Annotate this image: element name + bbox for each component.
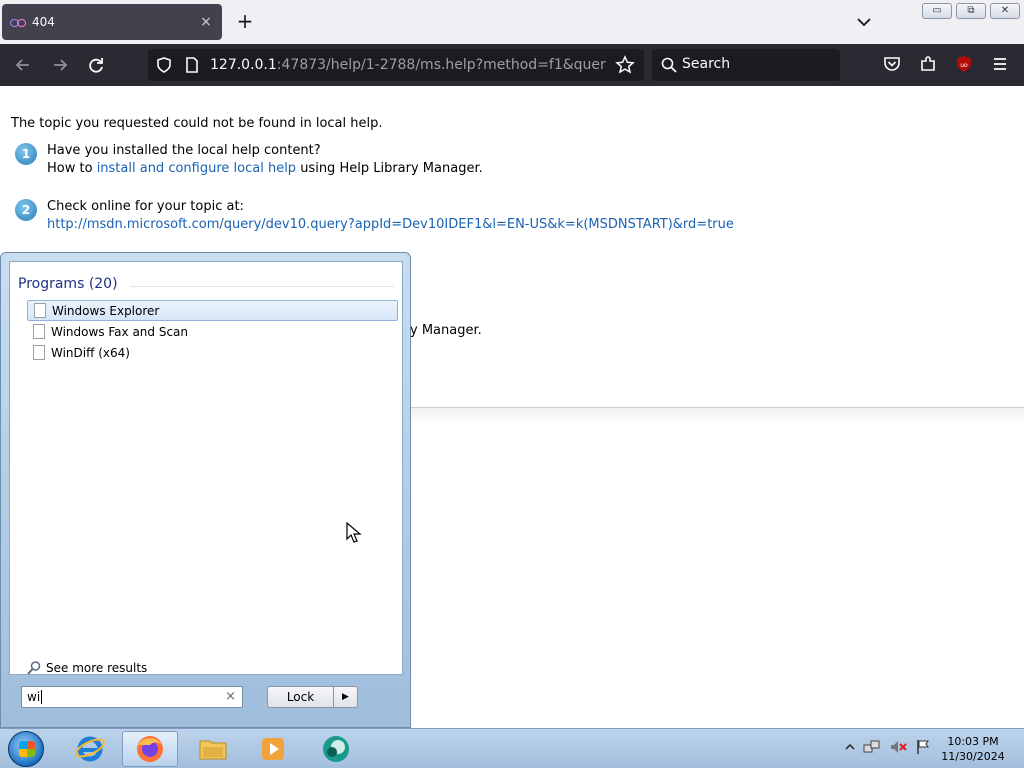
- clock-date: 11/30/2024: [941, 750, 1005, 763]
- pocket-icon: [884, 57, 900, 71]
- list-all-tabs-button[interactable]: [852, 12, 876, 32]
- tab-title: 404: [32, 15, 55, 29]
- app-icon: [323, 736, 349, 762]
- url-host: 127.0.0.1: [210, 57, 277, 73]
- shutdown-options-arrow[interactable]: ▶: [333, 686, 358, 708]
- folder-icon: [199, 740, 227, 760]
- tab-404[interactable]: 404 ×: [2, 4, 222, 40]
- see-more-label: See more results: [46, 661, 148, 675]
- search-bar[interactable]: Search: [652, 49, 840, 81]
- step-2-heading: Check online for your topic at:: [47, 199, 244, 214]
- system-clock[interactable]: 10:03 PM 11/30/2024: [930, 734, 1016, 764]
- hamburger-menu-icon: [994, 58, 1006, 70]
- svg-text:uo: uo: [960, 62, 968, 69]
- install-local-help-link[interactable]: install and configure local help: [97, 161, 296, 176]
- clear-search-icon[interactable]: ×: [225, 689, 236, 704]
- url-path: :47873/help/1-2788/ms.help?method=f1&que…: [276, 57, 606, 73]
- result-label: Windows Explorer: [52, 303, 160, 318]
- result-windiff-x64[interactable]: WinDiff (x64): [27, 342, 398, 363]
- result-label: WinDiff (x64): [51, 345, 130, 360]
- action-center-flag-icon[interactable]: [915, 739, 931, 755]
- clock-time: 10:03 PM: [947, 735, 999, 748]
- heading-divider: [130, 286, 394, 287]
- program-icon: [34, 303, 46, 318]
- step-2-badge: 2: [15, 199, 37, 221]
- search-placeholder: Search: [682, 56, 731, 72]
- lock-button[interactable]: Lock: [267, 686, 333, 708]
- reload-icon: [89, 58, 103, 73]
- start-menu: Programs (20) Windows Explorer Windows F…: [0, 252, 411, 728]
- forward-button[interactable]: [49, 54, 71, 76]
- tab-close-icon[interactable]: ×: [198, 14, 214, 30]
- taskbar-firefox[interactable]: [122, 731, 178, 767]
- result-label: Windows Fax and Scan: [51, 324, 189, 339]
- chevron-down-icon: [857, 18, 871, 27]
- back-arrow-icon: [15, 59, 29, 71]
- show-hidden-icons-icon[interactable]: [845, 739, 855, 755]
- extensions-button[interactable]: [917, 54, 939, 76]
- taskbar-media-player[interactable]: [245, 731, 301, 767]
- shield-icon[interactable]: [155, 56, 173, 74]
- taskbar-internet-explorer[interactable]: [62, 731, 118, 767]
- volume-muted-icon[interactable]: [889, 739, 907, 755]
- mouse-cursor-icon: [346, 522, 362, 543]
- program-icon: [33, 324, 45, 339]
- magnifier-icon: [27, 661, 41, 675]
- ublock-button[interactable]: uo: [953, 54, 975, 76]
- pocket-button[interactable]: [881, 54, 903, 76]
- step-1-prefix: How to: [47, 161, 97, 176]
- puzzle-icon: [921, 56, 935, 71]
- back-button[interactable]: [12, 54, 34, 76]
- not-found-message: The topic you requested could not be fou…: [11, 116, 383, 131]
- search-results-panel: Programs (20) Windows Explorer Windows F…: [9, 261, 403, 675]
- bookmark-star-icon[interactable]: [615, 55, 635, 75]
- taskbar: 10:03 PM 11/30/2024: [0, 728, 1024, 768]
- step-1-question: Have you installed the local help conten…: [47, 143, 321, 158]
- taskbar-file-explorer[interactable]: [185, 731, 241, 767]
- favicon-icon: [10, 17, 26, 27]
- divider-shadow: [410, 408, 1024, 426]
- url-text[interactable]: 127.0.0.1:47873/help/1-2788/ms.help?meth…: [210, 57, 606, 73]
- network-icon[interactable]: [863, 739, 881, 755]
- restore-button[interactable]: ⧉: [956, 3, 986, 19]
- menu-button[interactable]: [989, 54, 1011, 76]
- firefox-icon: [137, 736, 163, 762]
- programs-heading[interactable]: Programs (20): [18, 276, 118, 292]
- result-windows-explorer[interactable]: Windows Explorer: [27, 300, 398, 321]
- search-icon: [661, 57, 677, 73]
- navigation-toolbar: 127.0.0.1:47873/help/1-2788/ms.help?meth…: [0, 44, 1024, 86]
- new-tab-button[interactable]: +: [233, 10, 257, 34]
- internet-explorer-icon: [75, 736, 105, 762]
- program-icon: [33, 345, 45, 360]
- media-player-icon: [262, 738, 284, 760]
- page-icon[interactable]: [184, 56, 200, 74]
- step-1-badge: 1: [15, 143, 37, 165]
- window-controls: ▭ ⧉ ✕: [922, 3, 1020, 19]
- start-search-input[interactable]: wi ×: [21, 686, 243, 708]
- ublock-origin-icon: uo: [957, 56, 971, 72]
- forward-arrow-icon: [54, 59, 68, 71]
- step-1-suffix: using Help Library Manager.: [296, 161, 483, 176]
- partial-page-text: y Manager.: [410, 323, 482, 338]
- taskbar-app[interactable]: [308, 731, 364, 767]
- start-button[interactable]: [8, 731, 44, 767]
- reload-button[interactable]: [85, 54, 107, 76]
- search-value: wi: [27, 690, 41, 704]
- close-window-button[interactable]: ✕: [990, 3, 1020, 19]
- address-bar[interactable]: 127.0.0.1:47873/help/1-2788/ms.help?meth…: [148, 49, 644, 81]
- result-windows-fax-and-scan[interactable]: Windows Fax and Scan: [27, 321, 398, 342]
- step-1-instructions: How to install and configure local help …: [47, 161, 483, 176]
- notification-area: [845, 739, 931, 755]
- msdn-online-link[interactable]: http://msdn.microsoft.com/query/dev10.qu…: [47, 217, 734, 232]
- see-more-results-link[interactable]: See more results: [26, 660, 147, 676]
- minimize-button[interactable]: ▭: [922, 3, 952, 19]
- tab-bar: 404 × + ▭ ⧉ ✕: [0, 0, 1024, 44]
